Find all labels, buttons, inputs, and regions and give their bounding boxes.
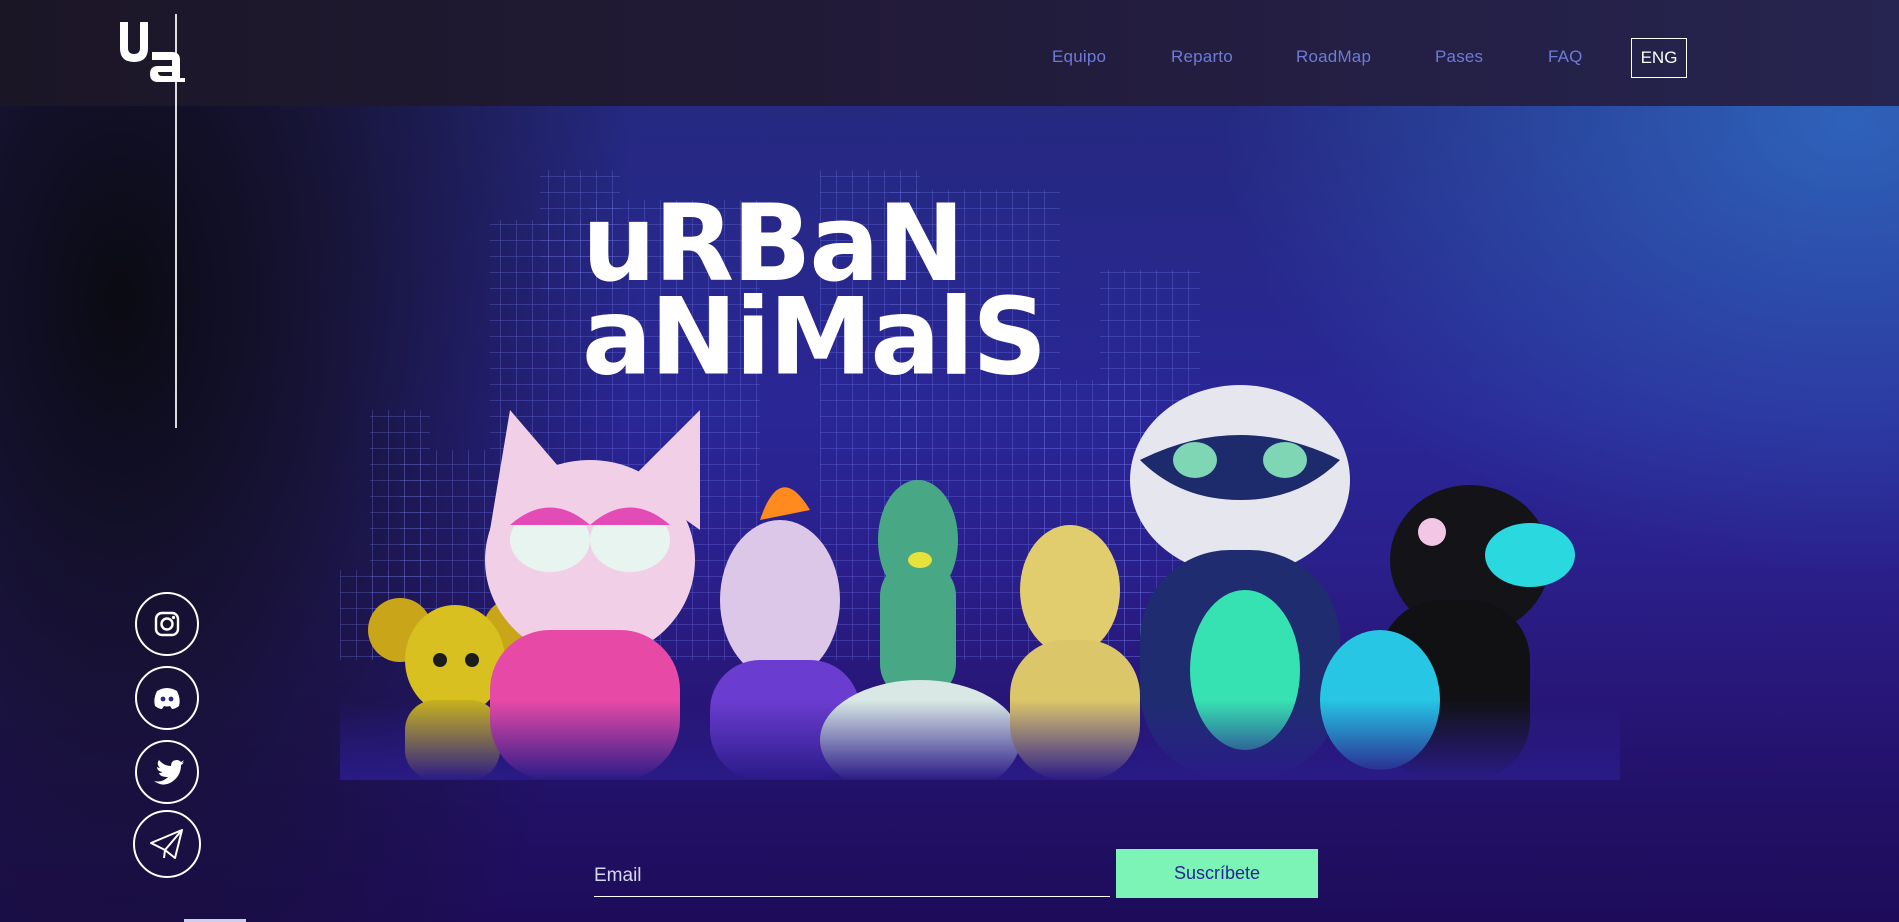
- main-nav: Equipo Reparto RoadMap Pases FAQ: [0, 0, 1899, 106]
- nav-item-faq[interactable]: FAQ: [1548, 47, 1583, 67]
- hero-title: uRBaN aNiMalS: [582, 190, 1047, 400]
- nav-item-reparto[interactable]: Reparto: [1171, 47, 1233, 67]
- subscribe-button[interactable]: Suscríbete: [1116, 849, 1318, 898]
- nav-item-roadmap[interactable]: RoadMap: [1296, 47, 1371, 67]
- language-button[interactable]: ENG: [1631, 38, 1687, 78]
- instagram-icon: [154, 611, 180, 637]
- twitter-button[interactable]: [135, 740, 199, 804]
- discord-icon: [154, 688, 180, 709]
- nav-item-pases[interactable]: Pases: [1435, 47, 1483, 67]
- instagram-button[interactable]: [135, 592, 199, 656]
- telegram-button[interactable]: [133, 810, 201, 878]
- nav-item-equipo[interactable]: Equipo: [1052, 47, 1106, 67]
- discord-button[interactable]: [135, 666, 199, 730]
- twitter-icon: [154, 760, 184, 785]
- telegram-icon: [150, 829, 183, 859]
- email-input[interactable]: [594, 855, 1110, 897]
- hero-title-line2: aNiMalS: [582, 274, 1047, 400]
